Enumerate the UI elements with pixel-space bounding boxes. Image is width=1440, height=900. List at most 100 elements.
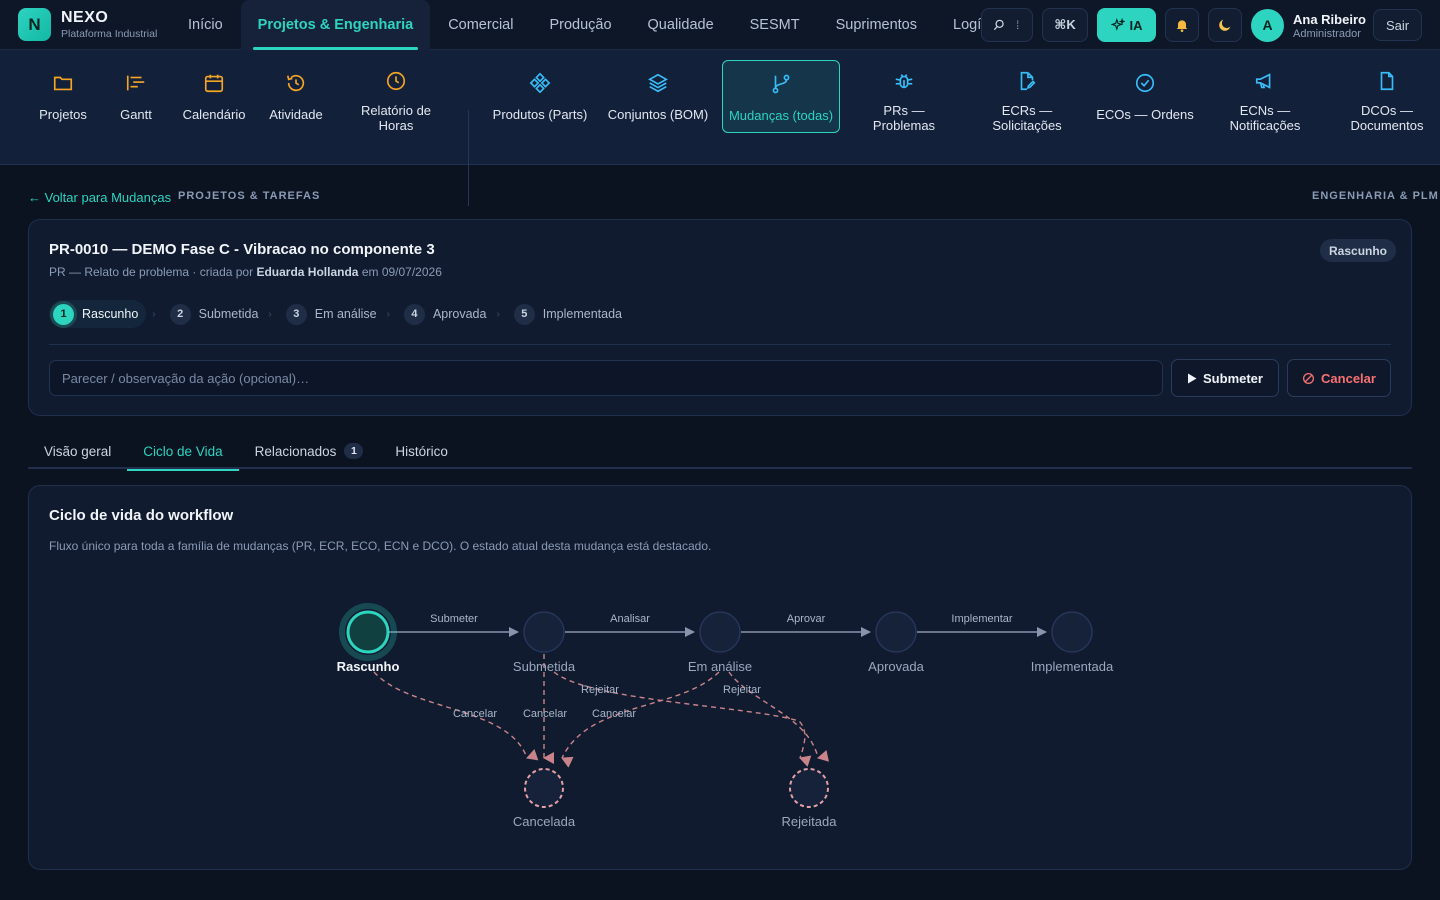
subnav-group-label: ENGENHARIA & PLM [1312,190,1439,202]
step-label: Submetida [198,307,259,321]
ai-button-label: IA [1129,17,1143,33]
state-node-rascunho [346,610,390,654]
tab-label: Histórico [395,443,448,459]
git-branch-icon [772,74,790,94]
clock-icon [386,71,406,91]
meta-prefix: PR — Relato de problema · criada por [49,265,254,279]
state-node-rejeitada [789,768,829,808]
status-badge: Rascunho [1320,239,1397,262]
subnav-projetos[interactable]: Projetos [28,60,98,133]
nav-qualidade[interactable]: Qualidade [630,0,732,50]
subnav-calendario[interactable]: Calendário [176,60,252,133]
subnav-conjuntos[interactable]: Conjuntos (BOM) [606,60,710,133]
meta-author: Eduarda Hollanda [256,265,359,279]
nav-projetos-engenharia[interactable]: Projetos & Engenharia [240,0,431,50]
command-palette-button[interactable]: ⌘K [1042,8,1088,42]
sparkles-icon [1110,18,1125,31]
megaphone-icon [1255,73,1271,89]
subnav-label: Gantt [120,107,152,122]
search-button[interactable]: ⁞ [981,8,1033,42]
back-link[interactable]: ← Voltar para Mudanças [28,190,171,205]
module-subnav: Projetos Gantt Calendário Atividade Rela… [0,50,1440,206]
nav-producao[interactable]: Produção [531,0,629,50]
step-aprovada: 4 Aprovada [400,300,491,328]
tab-label: Visão geral [44,443,112,459]
step-number: 2 [169,303,191,325]
subnav-label: ECOs — Ordens [1096,107,1194,122]
change-header-card: PR-0010 — DEMO Fase C - Vibracao no comp… [28,219,1412,416]
calendar-icon [204,74,224,93]
step-number: 4 [403,303,425,325]
ban-icon [1303,372,1315,384]
bell-icon [1176,20,1188,32]
workflow-card: Ciclo de vida do workflow Fluxo único pa… [28,485,1412,870]
user-name: Ana Ribeiro [1293,11,1366,27]
subnav-dcos[interactable]: DCOs — Documentos [1340,60,1434,133]
step-separator: › [386,308,390,320]
subnav-label: Projetos [39,107,87,122]
ai-button[interactable]: IA [1097,8,1156,42]
state-node-implementada [1051,611,1093,653]
subnav-mudancas[interactable]: Mudanças (todas) [722,60,840,133]
state-label: Aprovada [868,659,924,674]
transition-label: Aprovar [787,613,826,625]
state-label: Cancelada [513,814,576,829]
notifications-button[interactable] [1165,8,1199,42]
step-rascunho: 1 Rascunho [49,300,147,328]
brand-logo: N [18,8,51,41]
subnav-prs[interactable]: PRs — Problemas [860,60,948,133]
cancel-label: Cancelar [1321,370,1376,386]
cancel-path [373,671,539,761]
tab-historico[interactable]: Histórico [379,433,464,469]
subnav-label: Calendário [182,107,246,122]
logout-button[interactable]: Sair [1373,9,1422,41]
subnav-relatorio-horas[interactable]: Relatório de Horas [350,60,442,133]
tab-count-badge: 1 [344,443,364,459]
step-number: 5 [513,303,535,325]
component-icon [529,72,551,94]
subnav-label: Atividade [269,107,323,122]
submit-button[interactable]: Submeter [1171,359,1279,397]
step-separator: › [496,308,500,320]
action-note-input[interactable] [49,360,1163,396]
state-node-submetida [523,611,565,653]
subnav-label: PRs — Problemas [872,103,936,133]
nav-suprimentos[interactable]: Suprimentos [818,0,935,50]
tab-relacionados[interactable]: Relacionados 1 [239,433,380,469]
moon-icon [1219,19,1231,31]
reject-label: Rejeitar [723,684,761,696]
search-icon [993,19,1004,31]
search-cursor-icon: ⁞ [1016,18,1020,32]
brand[interactable]: N NEXO Plataforma Industrial [0,8,170,41]
step-label: Em análise [314,307,377,321]
subnav-ecos[interactable]: ECOs — Ordens [1096,60,1194,133]
tab-visao-geral[interactable]: Visão geral [28,433,127,469]
step-separator: › [268,308,272,320]
subnav-gantt[interactable]: Gantt [108,60,164,133]
cancel-button[interactable]: Cancelar [1287,359,1391,397]
subnav-label: DCOs — Documentos [1350,103,1424,133]
user-info: Ana Ribeiro Administrador [1293,11,1369,40]
nav-comercial[interactable]: Comercial [430,0,531,50]
nav-inicio[interactable]: Início [170,0,241,50]
file-edit-icon [1020,71,1036,91]
nav-sesmt[interactable]: SESMT [732,0,818,50]
subnav-ecns[interactable]: ECNs — Notificações [1220,60,1310,133]
avatar[interactable]: A [1251,8,1284,42]
brand-name: NEXO [61,9,109,26]
workflow-diagram: Submeter Analisar Aprovar Implementar Ca… [337,603,1114,829]
subnav-produtos[interactable]: Produtos (Parts) [492,60,588,133]
tab-ciclo-de-vida[interactable]: Ciclo de Vida [127,433,239,471]
subnav-group-label: PROJETOS & TAREFAS [178,190,321,202]
transition-label: Implementar [951,613,1012,625]
gantt-icon [126,75,145,91]
theme-toggle-button[interactable] [1208,8,1242,42]
subnav-divider [468,110,469,206]
submit-label: Submeter [1203,370,1263,386]
state-label: Implementada [1031,659,1114,674]
step-number: 1 [53,303,74,325]
transition-label: Analisar [610,613,650,625]
subnav-atividade[interactable]: Atividade [262,60,330,133]
subnav-ecrs[interactable]: ECRs — Solicitações [982,60,1072,133]
history-icon [286,74,305,92]
